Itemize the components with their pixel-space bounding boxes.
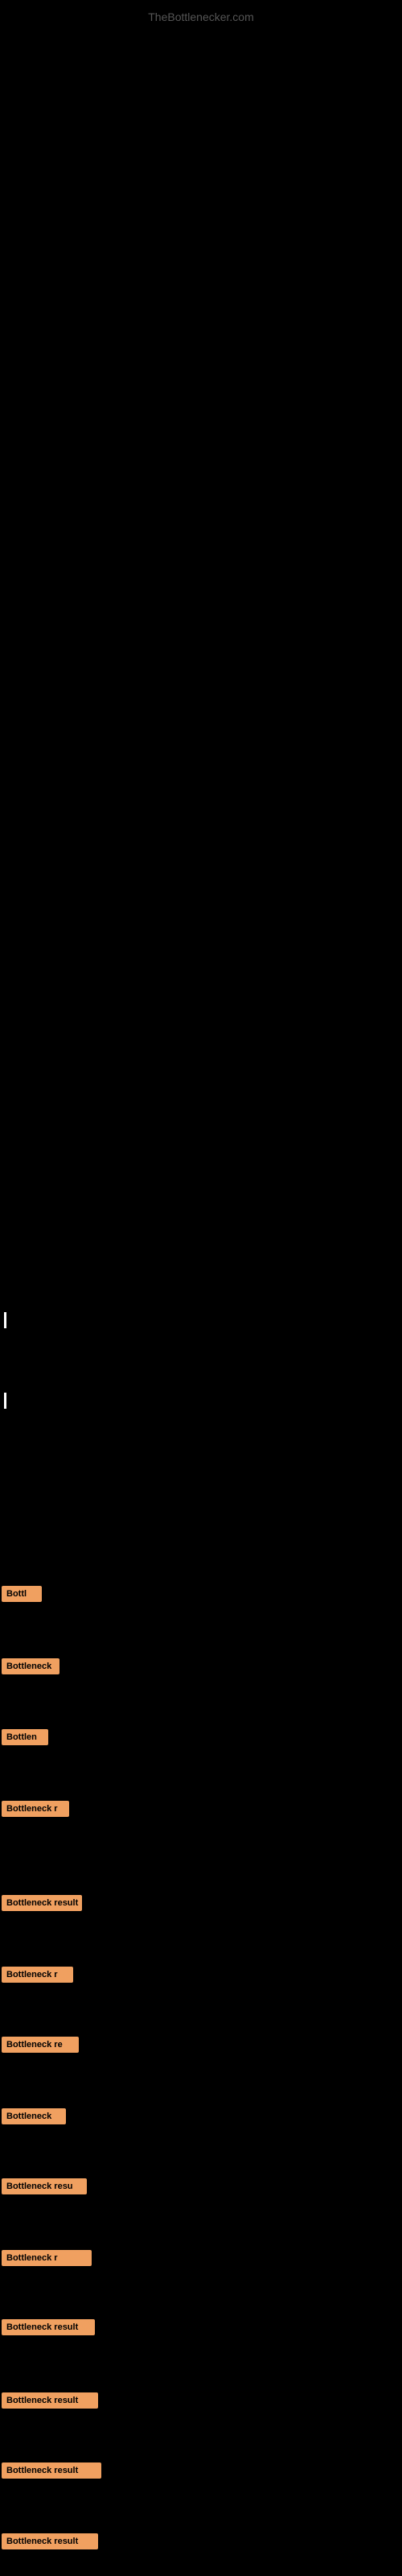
bottleneck-result-badge: Bottleneck r <box>2 1967 73 1983</box>
cursor-bar-2 <box>4 1393 6 1409</box>
list-item[interactable]: Bottl <box>2 1586 42 1606</box>
list-item[interactable]: Bottleneck result <box>2 1895 82 1915</box>
list-item[interactable]: Bottleneck re <box>2 2037 79 2057</box>
bottleneck-result-badge: Bottleneck result <box>2 2319 95 2335</box>
bottleneck-result-badge: Bottleneck result <box>2 2462 101 2479</box>
cursor-bar-1 <box>4 1312 6 1328</box>
list-item[interactable]: Bottleneck resu <box>2 2178 87 2198</box>
bottleneck-result-badge: Bottleneck result <box>2 2392 98 2409</box>
list-item[interactable]: Bottleneck result <box>2 2462 101 2483</box>
bottleneck-result-badge: Bottleneck r <box>2 1801 69 1817</box>
list-item[interactable]: Bottleneck result <box>2 2392 98 2413</box>
list-item[interactable]: Bottleneck r <box>2 2250 92 2270</box>
list-item[interactable]: Bottleneck result <box>2 2319 95 2339</box>
list-item[interactable]: Bottleneck result <box>2 2533 98 2553</box>
list-item[interactable]: Bottleneck <box>2 2108 66 2128</box>
list-item[interactable]: Bottleneck r <box>2 1801 69 1821</box>
list-item[interactable]: Bottlen <box>2 1729 48 1749</box>
bottleneck-result-badge: Bottleneck r <box>2 2250 92 2266</box>
bottleneck-result-badge: Bottl <box>2 1586 42 1602</box>
bottleneck-result-badge: Bottleneck result <box>2 1895 82 1911</box>
bottleneck-result-badge: Bottleneck result <box>2 2533 98 2549</box>
bottleneck-result-badge: Bottleneck <box>2 1658 59 1674</box>
bottleneck-result-badge: Bottleneck <box>2 2108 66 2124</box>
bottleneck-result-badge: Bottlen <box>2 1729 48 1745</box>
list-item[interactable]: Bottleneck <box>2 1658 59 1678</box>
bottleneck-result-badge: Bottleneck re <box>2 2037 79 2053</box>
site-title: TheBottlenecker.com <box>0 4 402 30</box>
list-item[interactable]: Bottleneck r <box>2 1967 73 1987</box>
bottleneck-result-badge: Bottleneck resu <box>2 2178 87 2194</box>
